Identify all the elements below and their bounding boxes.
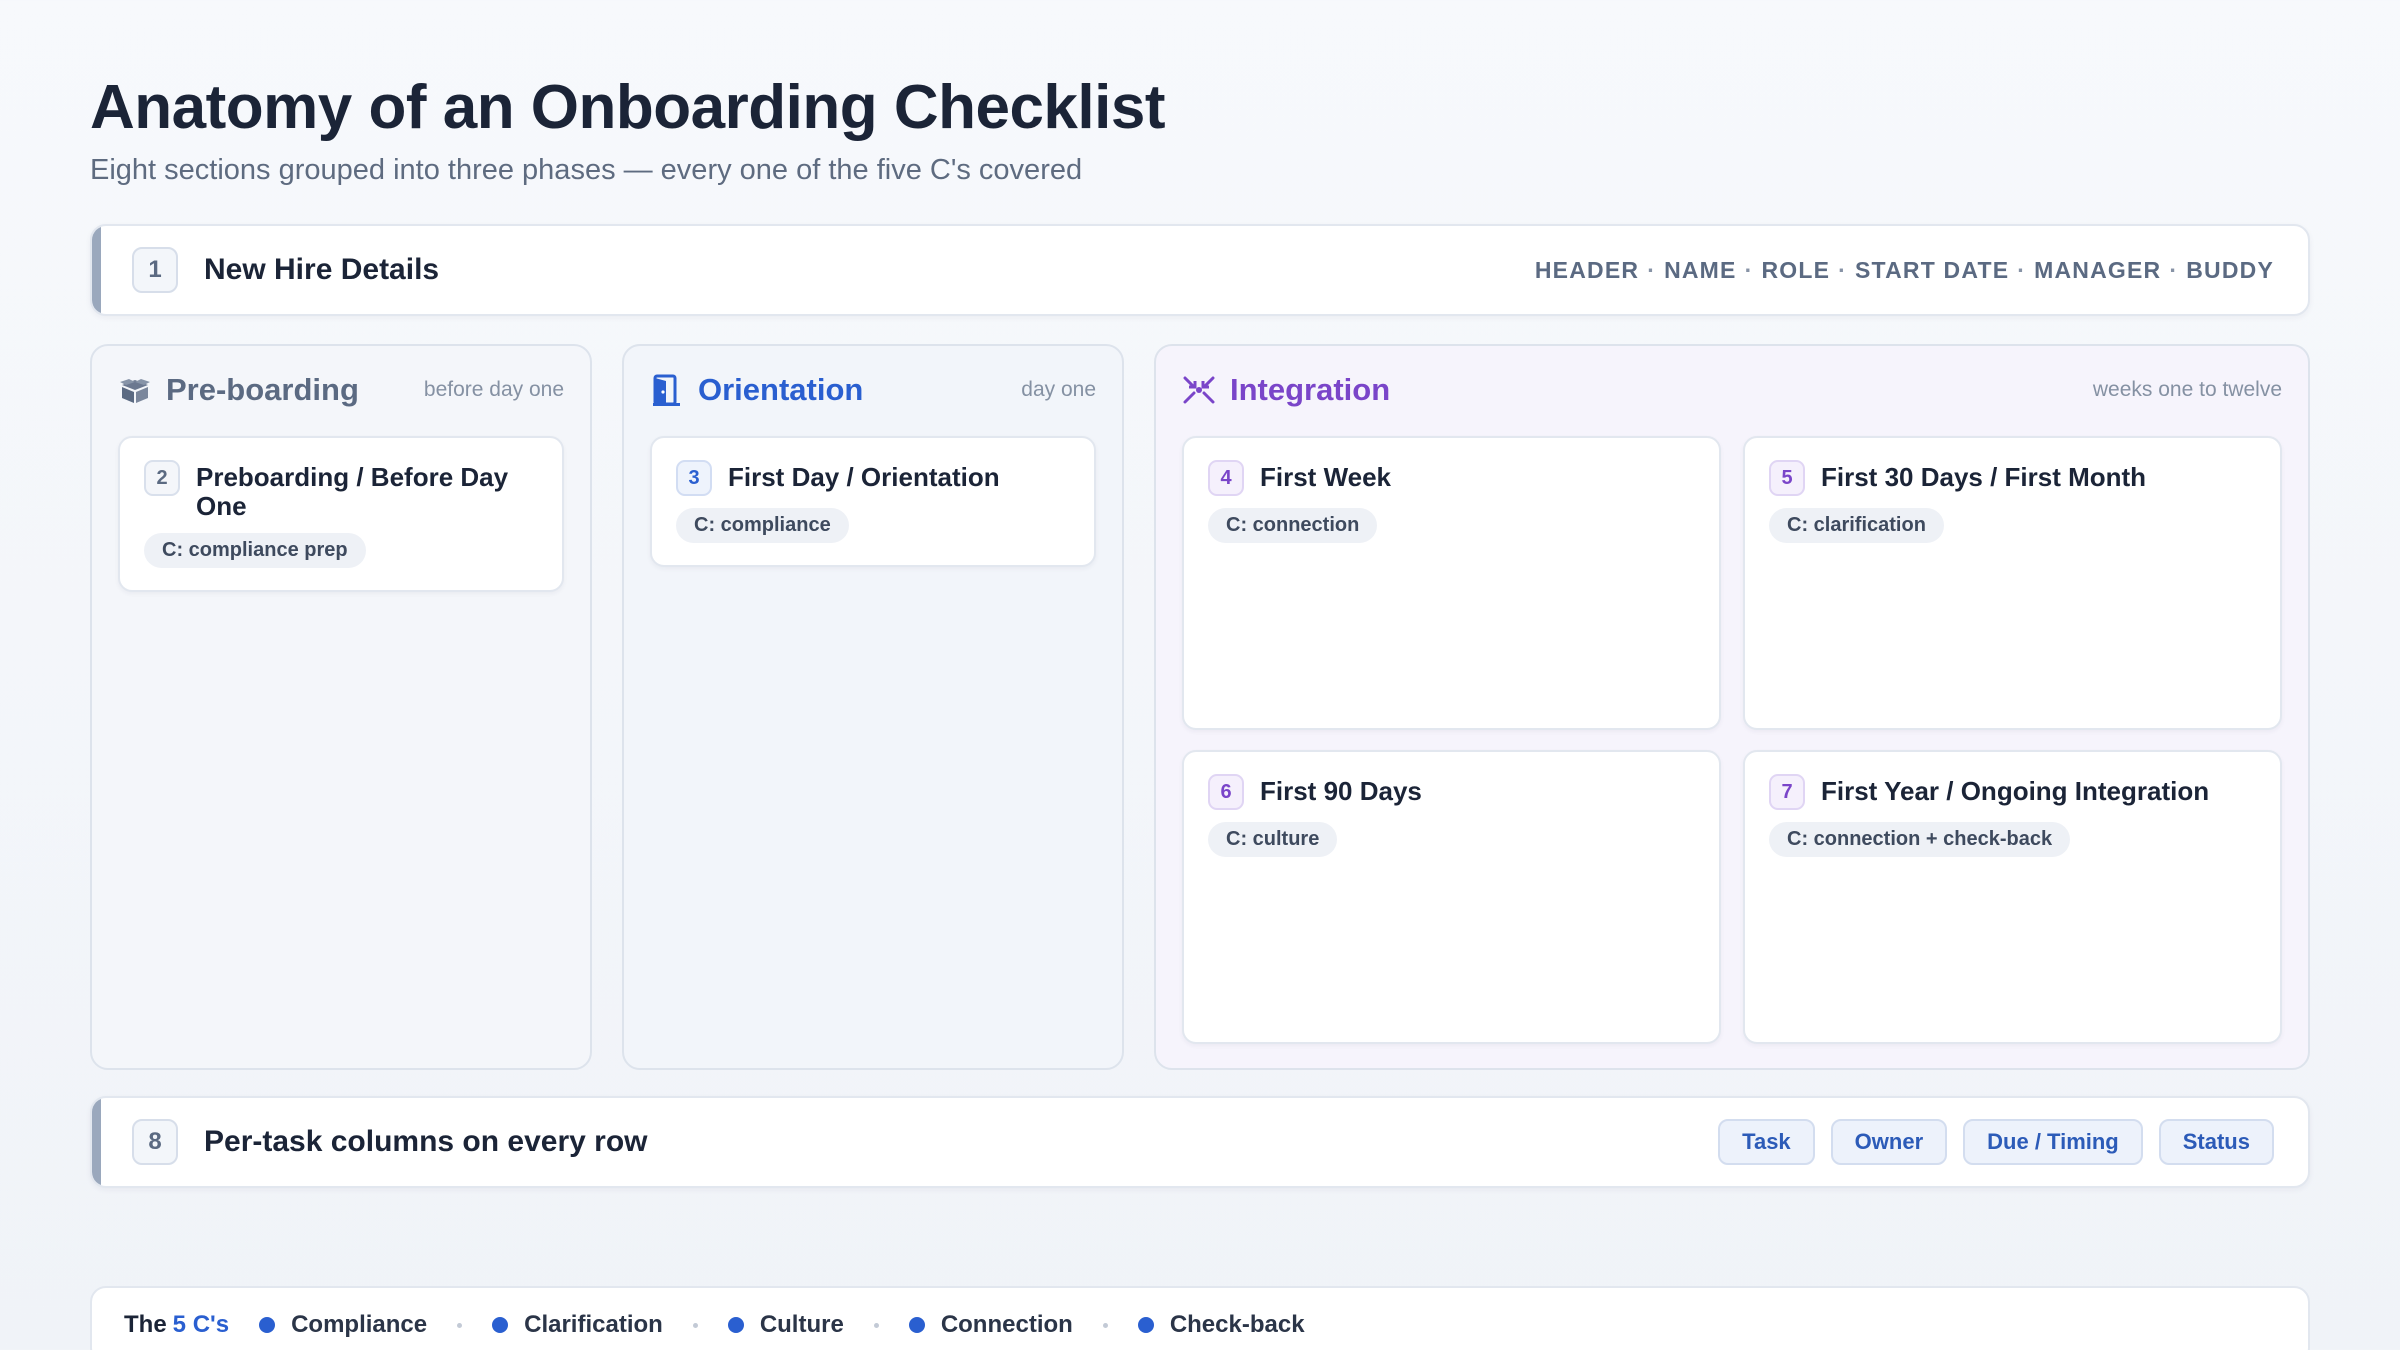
legend-separator — [457, 1322, 463, 1328]
legend-bullet — [259, 1317, 276, 1333]
header-fields-list: HEADER · NAME · ROLE · START DATE · MANA… — [1535, 257, 2274, 284]
field-name: NAME — [1664, 256, 1737, 283]
section-number: 8 — [132, 1119, 178, 1165]
new-hire-details-section: 1 New Hire Details HEADER · NAME · ROLE … — [90, 224, 2310, 316]
section-number: 3 — [676, 460, 712, 496]
checklist-section-card: 7 First Year / Ongoing Integration C: co… — [1743, 750, 2282, 1044]
field-separator: · — [1647, 256, 1657, 283]
c-tag: C: connection + check-back — [1769, 822, 2071, 857]
legend-label: Connection — [940, 1311, 1073, 1338]
section-number: 6 — [1208, 774, 1244, 810]
phase-timing: weeks one to twelve — [2092, 378, 2282, 401]
section-title: First Day / Orientation — [728, 462, 1000, 492]
legend-bullet — [1137, 1317, 1154, 1333]
merge-arrows-icon — [1182, 373, 1216, 407]
section-number: 5 — [1769, 460, 1805, 496]
legend-label: Check-back — [1169, 1311, 1305, 1338]
phase-header: Orientation day one — [650, 368, 1096, 412]
section-title: Preboarding / Before Day One — [196, 462, 509, 521]
legend-separator — [873, 1322, 879, 1328]
page-subtitle: Eight sections grouped into three phases… — [90, 154, 1083, 186]
checklist-section-card: 4 First Week C: connection — [1182, 436, 1721, 730]
legend-bullet — [492, 1317, 509, 1333]
per-task-columns-section: 8 Per-task columns on every row Task Own… — [90, 1096, 2310, 1188]
field-role: ROLE — [1761, 256, 1831, 283]
legend-item-clarification: Clarification — [492, 1311, 663, 1339]
checklist-section-card: 3 First Day / Orientation C: compliance — [650, 436, 1096, 567]
field-header: HEADER — [1534, 256, 1640, 283]
c-tag: C: culture — [1208, 822, 1338, 857]
legend-label: Compliance — [291, 1311, 428, 1338]
field-separator: · — [1838, 256, 1848, 283]
legend-lead-text: The — [124, 1311, 167, 1338]
column-chip-owner: Owner — [1830, 1119, 1948, 1165]
section-number: 1 — [132, 247, 178, 293]
field-buddy: BUDDY — [2186, 256, 2274, 283]
phase-title: Orientation — [698, 372, 864, 407]
checklist-section-card: 2 Preboarding / Before Day One C: compli… — [118, 436, 564, 592]
section-title: New Hire Details — [204, 253, 440, 286]
phase-header: Integration weeks one to twelve — [1182, 368, 2282, 412]
column-chip-status: Status — [2158, 1119, 2274, 1165]
field-start-date: START DATE — [1855, 256, 2010, 283]
section-number: 2 — [144, 460, 180, 496]
legend-label: Culture — [759, 1311, 844, 1338]
column-chips: Task Owner Due / Timing Status — [1702, 1119, 2274, 1165]
c-tag: C: compliance — [676, 508, 849, 543]
legend-lead-accent: 5 C's — [172, 1311, 230, 1338]
onboarding-checklist-diagram: Anatomy of an Onboarding Checklist Eight… — [90, 70, 2310, 1350]
column-chip-due-timing: Due / Timing — [1963, 1119, 2143, 1165]
phase-title: Integration — [1230, 372, 1391, 407]
c-tag: C: clarification — [1769, 508, 1944, 543]
door-icon — [650, 373, 684, 407]
legend-bullet — [908, 1317, 925, 1333]
legend-item-connection: Connection — [908, 1311, 1073, 1339]
checklist-section-card: 6 First 90 Days C: culture — [1182, 750, 1721, 1044]
five-cs-legend: The 5 C's Compliance Clarification Cultur… — [90, 1286, 2310, 1350]
legend-item-check-back: Check-back — [1137, 1311, 1305, 1339]
section-number: 7 — [1769, 774, 1805, 810]
field-separator: · — [2017, 256, 2027, 283]
phase-header: Pre-boarding before day one — [118, 368, 564, 412]
phase-orientation: Orientation day one 3 First Day / Orient… — [622, 344, 1124, 1070]
phase-title: Pre-boarding — [166, 372, 359, 407]
phase-integration: Integration weeks one to twelve 4 First … — [1154, 344, 2310, 1070]
legend-title: The 5 C's — [124, 1311, 229, 1339]
phase-preboarding: Pre-boarding before day one 2 Preboardin… — [90, 344, 592, 1070]
legend-separator — [692, 1322, 698, 1328]
field-separator: · — [1744, 256, 1754, 283]
section-title: First 30 Days / First Month — [1821, 462, 2147, 492]
c-tag: C: compliance prep — [144, 533, 366, 568]
legend-item-compliance: Compliance — [259, 1311, 427, 1339]
legend-label: Clarification — [524, 1311, 663, 1338]
section-title: First Week — [1260, 462, 1392, 492]
field-manager: MANAGER — [2034, 256, 2162, 283]
section-title: First Year / Ongoing Integration — [1821, 776, 2210, 806]
integration-sections-grid: 4 First Week C: connection 5 First 30 Da… — [1182, 436, 2282, 1044]
field-separator: · — [2169, 256, 2179, 283]
legend-bullet — [727, 1317, 744, 1333]
legend-separator — [1102, 1322, 1108, 1328]
checklist-section-card: 5 First 30 Days / First Month C: clarifi… — [1743, 436, 2282, 730]
box-icon — [118, 373, 152, 407]
page-title: Anatomy of an Onboarding Checklist — [90, 73, 1166, 142]
section-number: 4 — [1208, 460, 1244, 496]
section-title: Per-task columns on every row — [204, 1125, 648, 1158]
c-tag: C: connection — [1208, 508, 1378, 543]
section-title: First 90 Days — [1260, 776, 1422, 806]
legend-item-culture: Culture — [727, 1311, 844, 1339]
column-chip-task: Task — [1718, 1119, 1815, 1165]
phase-timing: day one — [1021, 378, 1096, 401]
phase-timing: before day one — [423, 378, 564, 401]
